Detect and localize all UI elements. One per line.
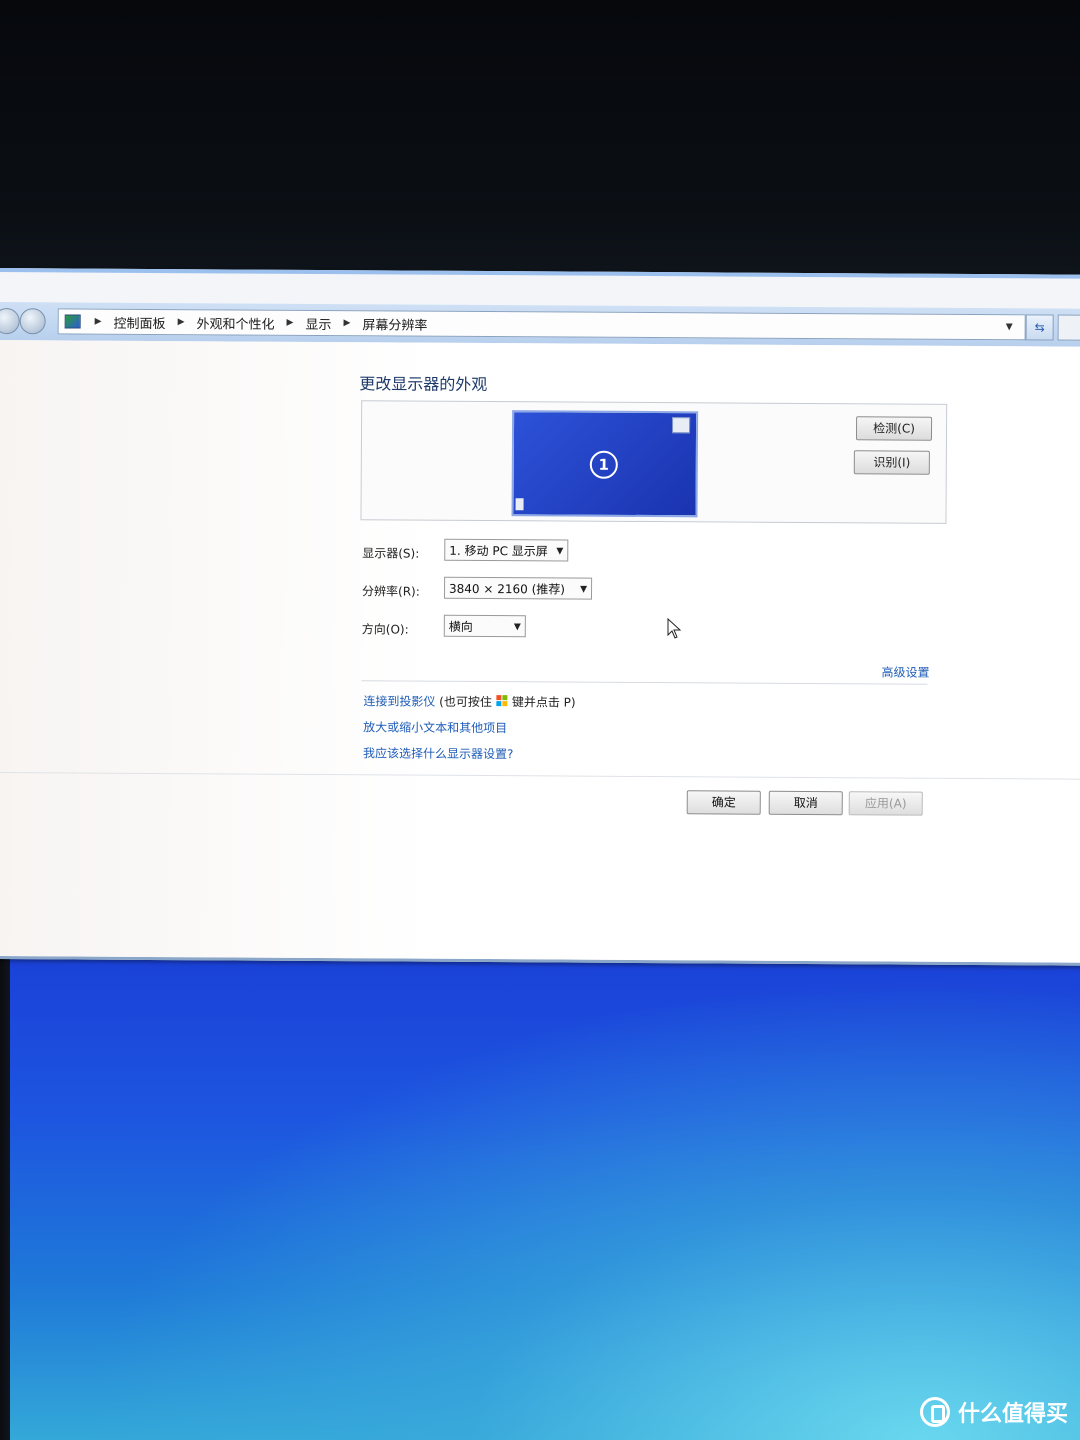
display-value: 1. 移动 PC 显示屏 — [449, 543, 548, 559]
display-settings-help-link[interactable]: 我应该选择什么显示器设置? — [363, 744, 513, 762]
breadcrumb-screen-resolution[interactable]: 屏幕分辨率 — [362, 314, 427, 333]
taskbar-marker-icon — [515, 498, 524, 511]
monitor-tile[interactable]: 1 — [511, 410, 699, 518]
text-size-link[interactable]: 放大或缩小文本和其他项目 — [363, 718, 507, 736]
resolution-value: 3840 × 2160 (推荐) — [449, 581, 566, 597]
monitor-corner-icon — [672, 417, 691, 434]
ok-button[interactable]: 确定 — [686, 790, 761, 815]
desktop-wallpaper — [10, 940, 1080, 1440]
chevron-down-icon: ▼ — [513, 622, 521, 633]
detect-button[interactable]: 检测(C) — [855, 416, 933, 441]
chevron-right-icon: ▶ — [177, 317, 185, 328]
chevron-right-icon: ▶ — [94, 316, 102, 327]
breadcrumb-control-panel[interactable]: 控制面板 — [114, 312, 166, 331]
resolution-select[interactable]: 3840 × 2160 (推荐) ▼ — [443, 576, 593, 600]
breadcrumb-appearance[interactable]: 外观和个性化 — [196, 313, 274, 332]
cancel-button[interactable]: 取消 — [768, 790, 843, 816]
control-panel-icon — [64, 314, 81, 329]
search-input[interactable] — [1057, 314, 1080, 341]
watermark: 什么值得买 — [919, 1396, 1068, 1428]
orientation-label: 方向(O): — [361, 622, 409, 637]
background-room — [0, 0, 1080, 300]
connect-projector-line: 连接到投影仪 (也可按住 键并点击 P) — [363, 692, 575, 710]
orientation-select[interactable]: 横向 ▼ — [443, 614, 526, 638]
page-title: 更改显示器的外观 — [359, 374, 488, 395]
forward-button[interactable] — [19, 308, 46, 335]
chevron-right-icon: ▶ — [286, 317, 294, 328]
breadcrumb-display[interactable]: 显示 — [305, 313, 331, 332]
identify-button[interactable]: 识别(I) — [853, 450, 930, 475]
watermark-text: 什么值得买 — [957, 1402, 1068, 1427]
divider — [0, 771, 1080, 780]
connect-projector-link[interactable]: 连接到投影仪 — [363, 694, 435, 708]
watermark-logo-icon — [919, 1397, 950, 1427]
projector-hint-end: 键并点击 P) — [511, 695, 576, 710]
monitor-number: 1 — [589, 450, 618, 479]
advanced-settings-link[interactable]: 高级设置 — [881, 663, 930, 680]
refresh-button[interactable]: ⇆ — [1025, 314, 1054, 341]
chevron-right-icon: ▶ — [343, 318, 351, 329]
screen-resolution-window: ▶ 控制面板 ▶ 外观和个性化 ▶ 显示 ▶ 屏幕分辨率 ▼ ⇆ 更改显示器的外… — [0, 268, 1080, 966]
main-content: 更改显示器的外观 1 检测(C) 识别(I) 显示器(S): 1. 移动 PC … — [0, 339, 1080, 963]
apply-button[interactable]: 应用(A) — [848, 791, 923, 816]
orientation-value: 横向 — [448, 619, 473, 634]
chevron-down-icon[interactable]: ▼ — [1006, 322, 1013, 332]
display-label: 显示器(S): — [362, 546, 420, 561]
windows-key-icon — [495, 695, 508, 708]
chevron-down-icon: ▼ — [556, 546, 564, 557]
chevron-down-icon: ▼ — [580, 584, 588, 595]
divider — [361, 680, 928, 685]
monitor-layout-panel: 1 检测(C) 识别(I) — [360, 400, 948, 524]
display-select[interactable]: 1. 移动 PC 显示屏 ▼ — [444, 538, 569, 562]
resolution-label: 分辨率(R): — [361, 584, 420, 599]
projector-hint-start: (也可按住 — [439, 694, 492, 710]
